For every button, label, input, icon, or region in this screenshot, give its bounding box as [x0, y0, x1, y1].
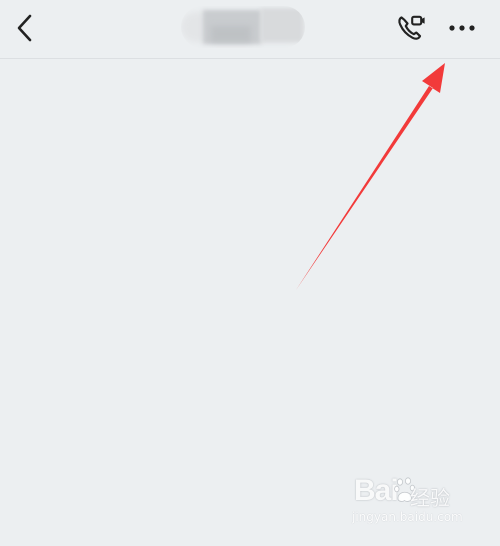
watermark-suffix: 经验: [410, 486, 450, 510]
ellipsis-icon: [449, 25, 475, 31]
contact-name: [181, 6, 182, 7]
watermark-url: jingyan.baidu.com: [352, 510, 463, 524]
voice-video-call-icon: [398, 15, 425, 40]
back-button[interactable]: [8, 8, 44, 48]
voice-video-call-button[interactable]: [392, 8, 432, 48]
navigation-bar: [0, 0, 500, 59]
chat-message-area[interactable]: [0, 59, 500, 546]
more-options-button[interactable]: [442, 8, 482, 48]
watermark-brand: Bai: [354, 474, 399, 507]
chat-screen: Bai 经验 jingyan.baidu.com: [0, 0, 500, 546]
contact-name-blurred: [181, 6, 305, 48]
chevron-left-icon: [17, 14, 32, 42]
baidu-jingyan-watermark: Bai 经验 jingyan.baidu.com: [348, 474, 488, 532]
